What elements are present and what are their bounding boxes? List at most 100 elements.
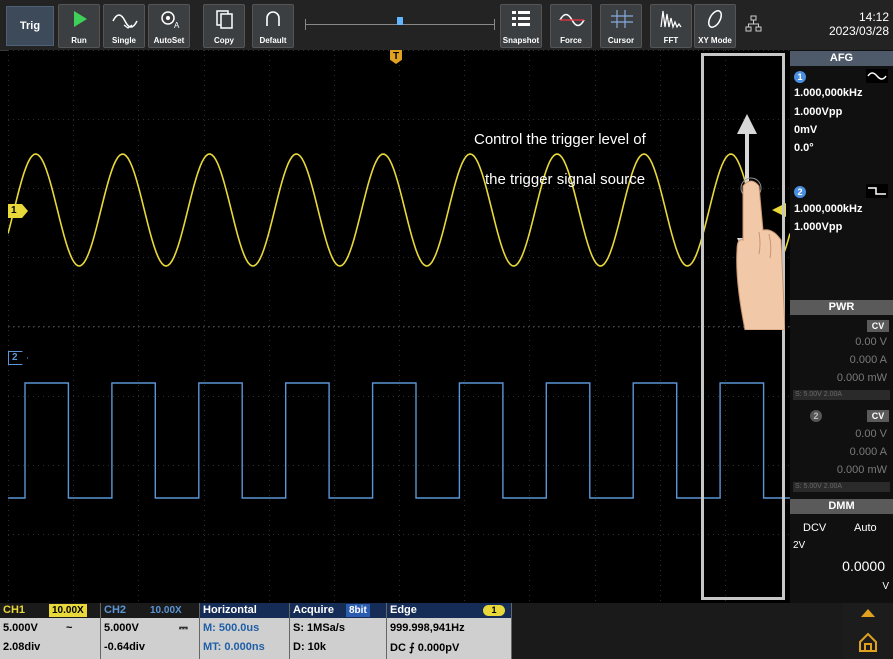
pwr-ch2-current: 0.000 A: [849, 446, 887, 458]
xy-mode-label: XY Mode: [698, 36, 732, 45]
instruction-line-1: Control the trigger level of: [474, 131, 646, 148]
status-bar: CH1 10.00X 5.000V ~ 2.08div CH2 10.00X 5…: [0, 603, 893, 659]
trigger-source-badge: 1: [483, 605, 505, 616]
ch2-position: -0.64div: [104, 641, 145, 653]
slider-handle[interactable]: [397, 17, 403, 25]
dmm-mode[interactable]: DCV: [803, 522, 826, 534]
horizontal-delay: MT: 0.000ns: [203, 641, 265, 653]
trigger-settings-cell[interactable]: Edge 1 999.998,941Hz DC ⨍ 0.000pV: [387, 603, 512, 659]
horizontal-settings-cell[interactable]: Horizontal M: 500.0us MT: 0.000ns: [200, 603, 290, 659]
cursor-button[interactable]: Cursor: [600, 4, 642, 48]
network-icon: [745, 15, 762, 32]
afg-ch2-frequency[interactable]: 1.000,000kHz: [794, 203, 863, 215]
fft-label: FFT: [663, 36, 679, 45]
square-wave-icon: [866, 184, 888, 198]
ch2-coupling: ⎓: [179, 622, 188, 634]
clock-date: 2023/03/28: [828, 24, 889, 38]
afg-header[interactable]: AFG: [790, 51, 893, 66]
clock-time: 14:12: [858, 10, 889, 24]
snapshot-label: Snapshot: [502, 36, 540, 45]
afg-ch1-amplitude[interactable]: 1.000Vpp: [794, 106, 842, 118]
single-label: Single: [111, 36, 136, 45]
touch-hand-icon: [736, 177, 785, 330]
swipe-gesture-illustration: [736, 114, 785, 330]
autoset-button[interactable]: A AutoSet: [148, 4, 190, 48]
home-icon[interactable]: [857, 631, 879, 653]
waveform-canvas: [8, 50, 790, 603]
trig-button[interactable]: Trig: [6, 6, 54, 46]
copy-icon: [216, 10, 233, 29]
autoset-gear-icon: A: [161, 11, 180, 30]
waveform-display[interactable]: [8, 50, 790, 603]
xy-ellipse-icon: [708, 10, 722, 28]
dmm-reading: 0.0000: [842, 558, 885, 574]
ch2-scale: 5.000V: [104, 622, 139, 634]
pwr-ch2-setting: S: 5.00V 2.00A: [793, 482, 890, 492]
acquire-memory-depth: D: 10k: [293, 641, 327, 653]
run-button[interactable]: Run: [58, 4, 100, 48]
trigger-frequency: 999.998,941Hz: [390, 622, 465, 634]
ch2-settings-cell[interactable]: CH2 10.00X 5.000V ⎓ -0.64div: [101, 603, 200, 659]
play-icon: [74, 11, 87, 27]
cursor-label: Cursor: [607, 36, 635, 45]
single-wave-icon: [112, 14, 138, 29]
timebase-position-slider[interactable]: [305, 15, 495, 35]
pwr-ch1-power: 0.000 mW: [836, 372, 887, 384]
afg-ch2-amplitude[interactable]: 1.000Vpp: [794, 221, 842, 233]
copy-button[interactable]: Copy: [203, 4, 245, 48]
pwr-ch2-power: 0.000 mW: [836, 464, 887, 476]
pwr-ch2-badge[interactable]: 2: [810, 410, 822, 422]
clock: 14:12 2023/03/28: [829, 10, 889, 38]
pwr-ch2-voltage: 0.00 V: [855, 428, 887, 440]
run-label: Run: [71, 36, 87, 45]
slider-left-end: [305, 19, 306, 30]
ch1-position: 2.08div: [3, 641, 41, 653]
instruction-line-2: the trigger signal source: [485, 171, 646, 188]
fft-spectrum-icon: [660, 10, 682, 30]
slider-right-end: [494, 19, 495, 30]
horizontal-label: Horizontal: [200, 603, 289, 618]
dmm-range: 2V: [793, 540, 806, 551]
pwr-ch1-setting: S: 5.00V 2.00A: [793, 390, 890, 400]
dmm-header[interactable]: DMM: [790, 499, 893, 514]
autoset-label: AutoSet: [153, 36, 185, 45]
default-button[interactable]: Default: [252, 4, 294, 48]
xy-mode-button[interactable]: XY Mode: [694, 4, 736, 48]
fft-button[interactable]: FFT: [650, 4, 692, 48]
force-label: Force: [560, 36, 582, 45]
pwr-ch2-mode: CV: [867, 410, 889, 422]
afg-ch1-frequency[interactable]: 1.000,000kHz: [794, 87, 863, 99]
snapshot-list-icon: [512, 11, 530, 26]
horizontal-timebase: M: 500.0us: [203, 622, 260, 634]
dmm-range-mode[interactable]: Auto: [854, 522, 877, 534]
acquire-label: Acquire: [290, 603, 386, 618]
acquire-settings-cell[interactable]: Acquire 8bit S: 1MSa/s D: 10k: [290, 603, 387, 659]
svg-text:A: A: [174, 21, 180, 30]
afg-ch1-offset[interactable]: 0mV: [794, 124, 817, 136]
afg-ch1-phase[interactable]: 0.0°: [794, 142, 814, 154]
ch1-probe: 10.00X: [49, 604, 87, 617]
snapshot-button[interactable]: Snapshot: [500, 4, 542, 48]
side-panel: AFG 1 1.000,000kHz 1.000Vpp 0mV 0.0° 2 1…: [790, 50, 893, 603]
ch1-settings-cell[interactable]: CH1 10.00X 5.000V ~ 2.08div: [0, 603, 101, 659]
toolbar: Trig Run Single A AutoSet Copy Default S…: [0, 0, 893, 51]
afg-ch2-badge[interactable]: 2: [794, 186, 806, 198]
pwr-header[interactable]: PWR: [790, 300, 893, 315]
acquire-sample-rate: S: 1MSa/s: [293, 622, 345, 634]
default-label: Default: [259, 36, 287, 45]
ch1-scale: 5.000V: [3, 622, 38, 634]
acquire-bit-depth: 8bit: [346, 604, 370, 617]
cursor-crosshair-icon: [611, 10, 633, 28]
trigger-level-readout: DC ⨍ 0.000pV: [390, 642, 460, 654]
single-button[interactable]: Single: [103, 4, 145, 48]
reset-icon: [266, 11, 280, 26]
ch2-probe: 10.00X: [147, 604, 185, 617]
home-area: [843, 603, 893, 659]
expand-up-icon[interactable]: [861, 609, 875, 617]
afg-ch1-badge[interactable]: 1: [794, 71, 806, 83]
ch1-coupling: ~: [66, 622, 73, 634]
pwr-ch1-voltage: 0.00 V: [855, 336, 887, 348]
force-button[interactable]: Force: [550, 4, 592, 48]
pwr-ch1-current: 0.000 A: [849, 354, 887, 366]
copy-label: Copy: [214, 36, 234, 45]
